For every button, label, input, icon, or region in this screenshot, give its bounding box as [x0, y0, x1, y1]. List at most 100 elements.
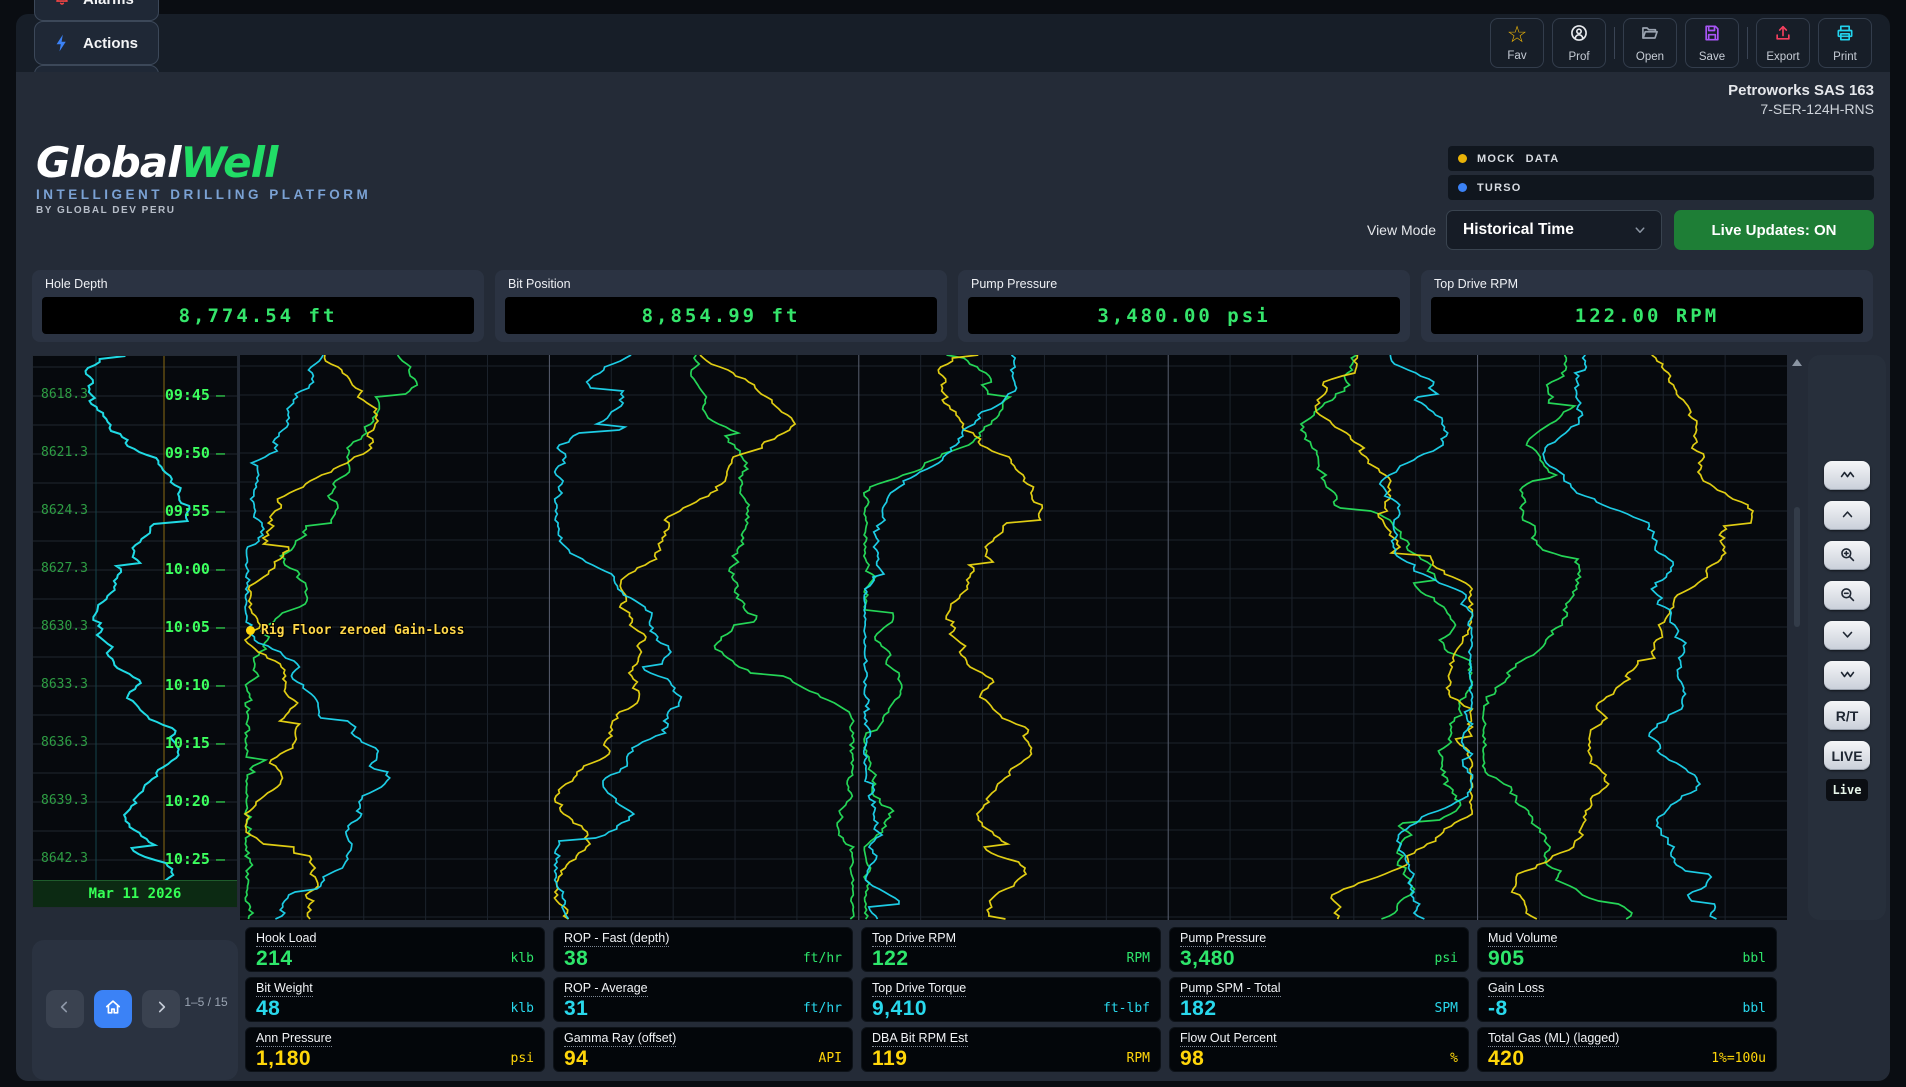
status-bar-label: MOCK DATA — [1477, 153, 1559, 165]
chevron-down-icon — [1631, 221, 1649, 244]
readout-unit: RPM — [1127, 1051, 1150, 1066]
time-label: 10:00 — [165, 560, 225, 578]
metric-card-3: Top Drive RPM122.00 RPM — [1421, 270, 1873, 342]
well-id: 7-SER-124H-RNS — [1760, 101, 1874, 117]
zoom-out-button[interactable] — [1824, 581, 1870, 610]
readout-top-drive-rpm[interactable]: Top Drive RPM122RPM — [861, 927, 1161, 972]
folder-icon — [1640, 23, 1660, 48]
toolbar-separator — [1747, 27, 1748, 59]
depth-time-track[interactable]: 8618.309:458621.309:508624.309:558627.31… — [32, 355, 238, 908]
live-label: LIVE — [1831, 748, 1862, 764]
logo-secondary: Well — [181, 138, 278, 187]
live-updates-button[interactable]: Live Updates: ON — [1674, 210, 1874, 250]
chevron-left-icon — [55, 997, 75, 1022]
open-button[interactable]: Open — [1623, 18, 1677, 68]
time-label: 09:55 — [165, 502, 225, 520]
depth-label: 8633.3 — [41, 677, 88, 692]
live-button[interactable]: LIVE — [1824, 741, 1870, 770]
nav-alarms-label: Alarms — [83, 0, 134, 8]
depth-label: 8639.3 — [41, 793, 88, 808]
prof-label: Prof — [1568, 51, 1589, 63]
readout-top-drive-torque[interactable]: Top Drive Torque9,410ft-lbf — [861, 977, 1161, 1022]
save-label: Save — [1699, 51, 1725, 63]
metric-display: 3,480.00 psi — [968, 297, 1400, 334]
save-button[interactable]: Save — [1685, 18, 1739, 68]
readout-rop-fast-depth[interactable]: ROP - Fast (depth)38ft/hr — [553, 927, 853, 972]
zoom-in-button[interactable] — [1824, 541, 1870, 570]
chart-scrollbar[interactable] — [1791, 357, 1803, 917]
readout-pump-pressure[interactable]: Pump Pressure3,480psi — [1169, 927, 1469, 972]
readout-total-gas-ml-lagged[interactable]: Total Gas (ML) (lagged)4201%=100u — [1477, 1027, 1777, 1072]
print-button[interactable]: Print — [1818, 18, 1872, 68]
readout-bit-weight[interactable]: Bit Weight48klb — [245, 977, 545, 1022]
print-label: Print — [1833, 51, 1857, 63]
home-icon — [103, 997, 123, 1022]
readout-unit: klb — [511, 951, 534, 966]
readout-label: Total Gas (ML) (lagged) — [1488, 1031, 1619, 1047]
time-label: 10:10 — [165, 676, 225, 694]
app-logo: GlobalWell — [36, 142, 371, 184]
export-label: Export — [1766, 51, 1799, 63]
readout-pump-spm-total[interactable]: Pump SPM - Total182SPM — [1169, 977, 1469, 1022]
bolt-icon — [51, 32, 73, 54]
readout-gamma-ray-offset[interactable]: Gamma Ray (offset)94API — [553, 1027, 853, 1072]
depth-label: 8642.3 — [41, 851, 88, 866]
zoom-out-icon — [1838, 585, 1857, 607]
scroll-up-button[interactable] — [1824, 501, 1870, 530]
readout-dba-bit-rpm-est[interactable]: DBA Bit RPM Est119RPM — [861, 1027, 1161, 1072]
readout-label: ROP - Fast (depth) — [564, 931, 669, 947]
top-toolbar: RTHomeAlarmsActions⚙SettingsHelp ☆FavPro… — [16, 14, 1890, 72]
view-mode-select[interactable]: Historical Time — [1446, 210, 1662, 250]
readout-rop-average[interactable]: ROP - Average31ft/hr — [553, 977, 853, 1022]
time-label: 10:15 — [165, 734, 225, 752]
readout-ann-pressure[interactable]: Ann Pressure1,180psi — [245, 1027, 545, 1072]
brand-byline: BY GLOBAL DEV PERU — [36, 205, 371, 216]
readout-label: Top Drive Torque — [872, 981, 966, 997]
track-date: Mar 11 2026 — [33, 880, 237, 907]
readout-gain-loss[interactable]: Gain Loss-8bbl — [1477, 977, 1777, 1022]
scroll-top-button[interactable] — [1824, 461, 1870, 490]
readout-mud-volume[interactable]: Mud Volume905bbl — [1477, 927, 1777, 972]
scroll-bottom-button[interactable] — [1824, 661, 1870, 690]
metric-card-2: Pump Pressure3,480.00 psi — [958, 270, 1410, 342]
well-name: Petroworks SAS 163 — [1728, 82, 1874, 99]
chevrons-up-icon — [1838, 465, 1857, 487]
metric-label: Top Drive RPM — [1434, 277, 1518, 291]
nav-alarms-button[interactable]: Alarms — [34, 0, 159, 21]
annotation-dot-icon — [246, 626, 255, 635]
live-status-badge: Live — [1826, 779, 1868, 801]
chart-panels[interactable]: Rig Floor zeroed Gain-Loss — [240, 355, 1787, 920]
bell-icon — [51, 0, 73, 10]
readout-label: Pump SPM - Total — [1180, 981, 1281, 997]
readout-label: DBA Bit RPM Est — [872, 1031, 968, 1047]
metric-display: 8,774.54 ft — [42, 297, 474, 334]
star-icon: ☆ — [1507, 24, 1528, 47]
readout-value: 98 — [1180, 1047, 1204, 1071]
readout-flow-out-percent[interactable]: Flow Out Percent98% — [1169, 1027, 1469, 1072]
readout-unit: psi — [511, 1051, 534, 1066]
page-home-button[interactable] — [94, 990, 132, 1028]
nav-actions-button[interactable]: Actions — [34, 21, 159, 65]
scroll-down-button[interactable] — [1824, 621, 1870, 650]
page-next-button[interactable] — [142, 990, 180, 1028]
prof-button[interactable]: Prof — [1552, 18, 1606, 68]
fav-button[interactable]: ☆Fav — [1490, 18, 1544, 68]
readout-unit: SPM — [1435, 1001, 1458, 1016]
scrollbar-thumb[interactable] — [1794, 507, 1800, 627]
traces-plot — [240, 355, 1787, 920]
time-label: 10:05 — [165, 618, 225, 636]
readout-label: Top Drive RPM — [872, 931, 956, 947]
readout-label: ROP - Average — [564, 981, 648, 997]
readout-hook-load[interactable]: Hook Load214klb — [245, 927, 545, 972]
readout-unit: bbl — [1743, 1001, 1766, 1016]
readout-value: 905 — [1488, 947, 1525, 971]
metric-display: 8,854.99 ft — [505, 297, 937, 334]
export-button[interactable]: Export — [1756, 18, 1810, 68]
page-prev-button[interactable] — [46, 990, 84, 1028]
rt-button[interactable]: R/T — [1824, 701, 1870, 730]
metric-card-0: Hole Depth8,774.54 ft — [32, 270, 484, 342]
readout-unit: psi — [1435, 951, 1458, 966]
metric-card-1: Bit Position8,854.99 ft — [495, 270, 947, 342]
status-bar-0: MOCK DATA — [1448, 146, 1874, 171]
scrollbar-up-arrow-icon[interactable] — [1792, 359, 1802, 366]
